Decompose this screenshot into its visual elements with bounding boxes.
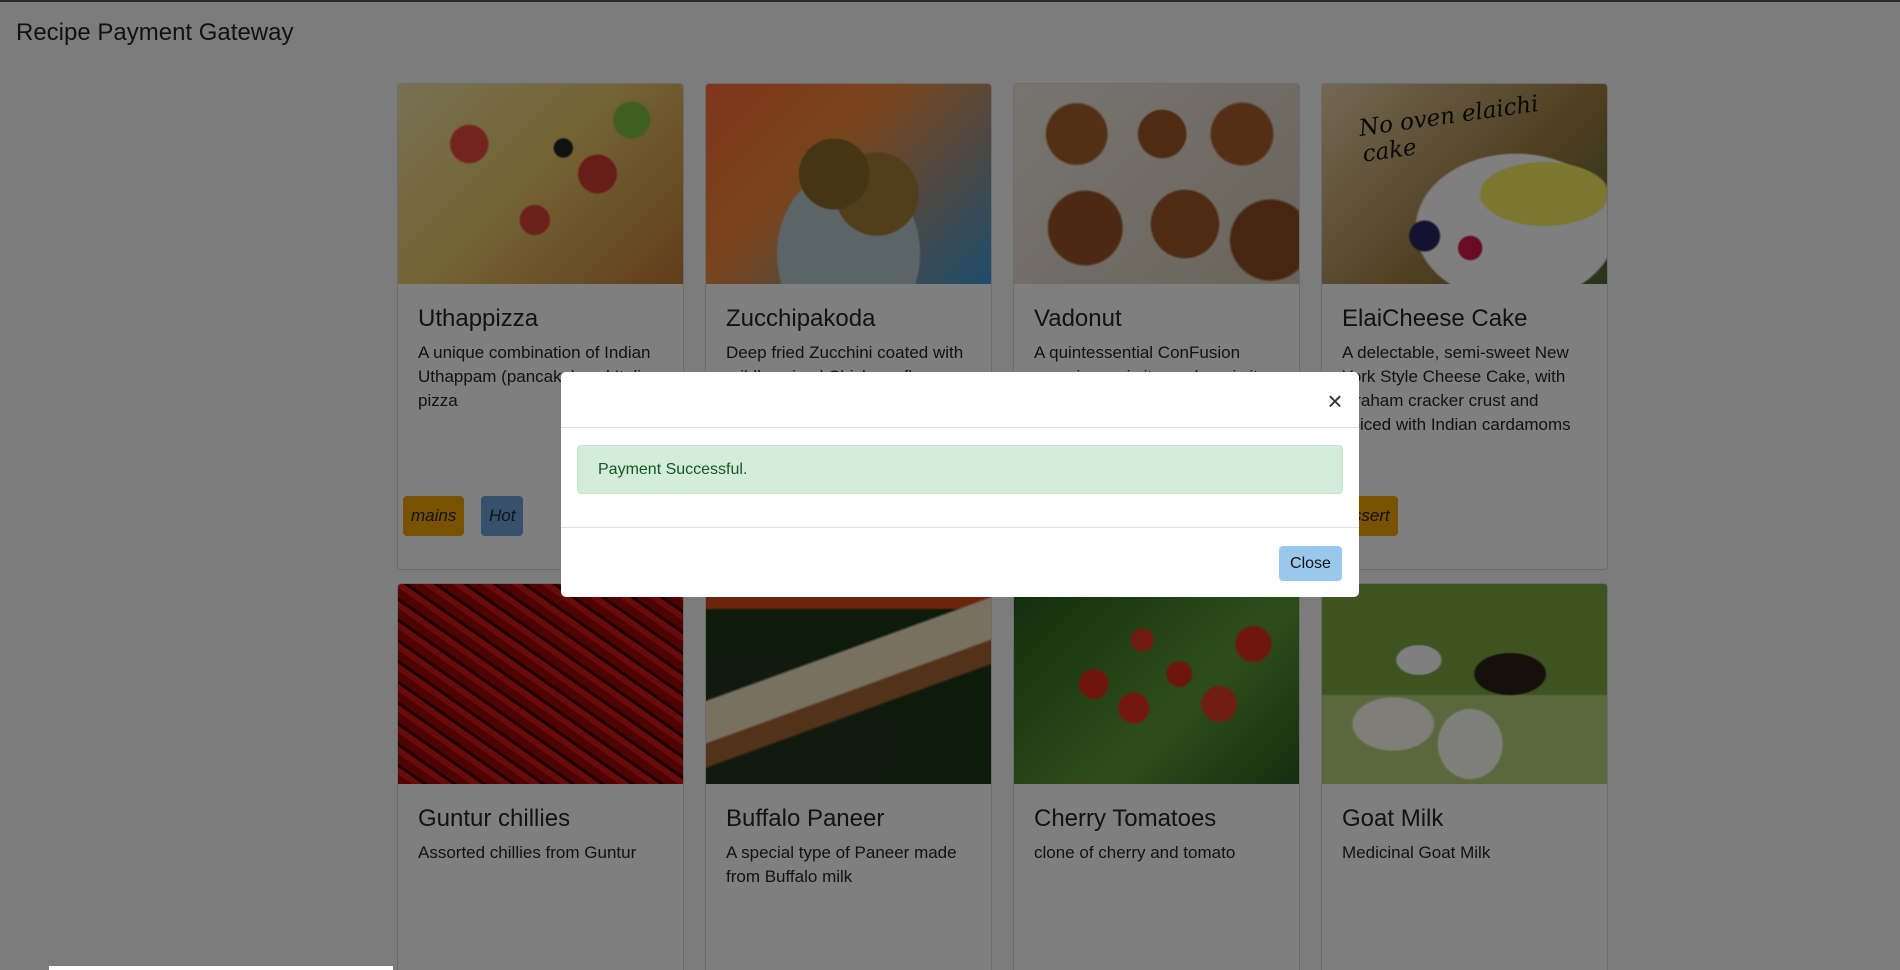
bottom-highlight-line [49,966,393,970]
modal-footer [561,527,1359,528]
close-icon[interactable]: × [1326,388,1344,416]
modal-header [561,372,1359,428]
close-button[interactable]: Close [1279,546,1342,581]
payment-success-alert: Payment Successful. [577,445,1343,494]
